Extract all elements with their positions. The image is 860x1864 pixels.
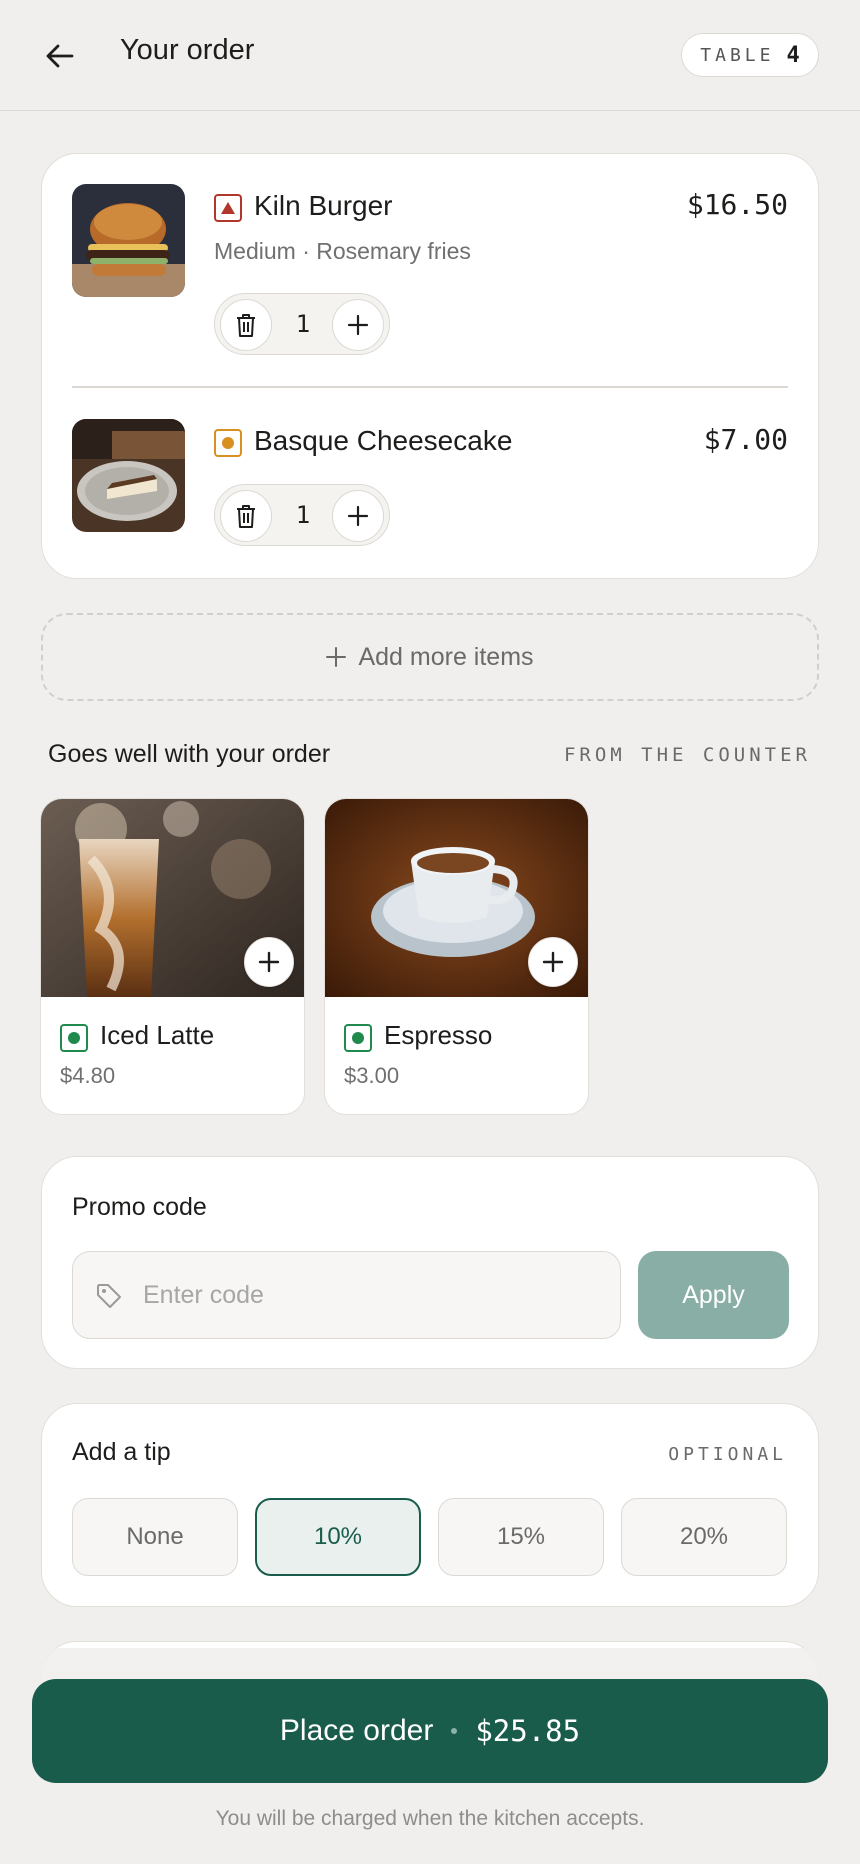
plus-icon	[347, 314, 369, 336]
suggestion-price: $4.80	[60, 1063, 116, 1088]
item-description: Medium · Rosemary fries	[214, 238, 471, 264]
table-label: TABLE	[700, 44, 775, 66]
quantity-value: 1	[295, 310, 311, 338]
remove-item-button[interactable]	[220, 490, 272, 542]
place-order-button[interactable]: Place order $25.85	[32, 1679, 828, 1783]
suggestion-price: $3.00	[344, 1063, 400, 1088]
promo-card: Promo code Apply	[41, 1156, 819, 1369]
plus-icon	[258, 951, 280, 973]
apply-button[interactable]: Apply	[638, 1251, 789, 1339]
tip-title: Add a tip	[72, 1438, 171, 1466]
table-number: 4	[786, 42, 800, 68]
promo-code-input[interactable]	[143, 1252, 603, 1338]
add-suggestion-button[interactable]	[244, 937, 294, 987]
separator-dot	[451, 1728, 458, 1734]
tip-option-20[interactable]: 20%	[621, 1498, 787, 1576]
header: Your order TABLE 4	[0, 0, 860, 111]
tip-option-15[interactable]: 15%	[438, 1498, 604, 1576]
quantity-value: 1	[295, 501, 311, 529]
trash-icon	[237, 505, 255, 528]
suggestion-name: Espresso	[384, 1020, 493, 1050]
charge-note: You will be charged when the kitchen acc…	[215, 1807, 645, 1830]
order-card: Kiln Burger Medium · Rosemary fries $16.…	[41, 153, 819, 579]
egg-indicator-icon	[214, 429, 242, 457]
burger-image	[72, 184, 185, 297]
veg-indicator-icon	[344, 1024, 372, 1052]
increment-button[interactable]	[332, 299, 384, 351]
plus-icon	[347, 505, 369, 527]
veg-indicator-icon	[60, 1024, 88, 1052]
quantity-stepper: 1	[214, 484, 390, 546]
page-title: Your order	[120, 34, 255, 66]
place-order-label: Place order	[279, 1714, 434, 1747]
suggestions-title: Goes well with your order	[48, 740, 331, 768]
add-more-items-button[interactable]: Add more items	[41, 613, 819, 701]
tip-option-none[interactable]: None	[72, 1498, 238, 1576]
suggestion-name: Iced Latte	[100, 1020, 215, 1050]
plus-icon	[542, 951, 564, 973]
tip-optional-tag: OPTIONAL	[668, 1444, 787, 1465]
suggestion-card[interactable]: Iced Latte $4.80	[40, 798, 305, 1115]
non-veg-indicator-icon	[214, 194, 242, 222]
item-name: Basque Cheesecake	[254, 425, 513, 456]
cheesecake-image	[72, 419, 185, 532]
back-button[interactable]	[40, 36, 80, 76]
table-badge: TABLE 4	[681, 33, 819, 77]
item-price: $16.50	[686, 188, 788, 221]
remove-item-button[interactable]	[220, 299, 272, 351]
tag-icon	[97, 1284, 121, 1308]
increment-button[interactable]	[332, 490, 384, 542]
promo-title: Promo code	[72, 1193, 207, 1221]
divider	[72, 386, 788, 388]
promo-field	[72, 1251, 621, 1339]
order-item: Kiln Burger Medium · Rosemary fries $16.…	[72, 184, 788, 355]
suggestions-tag: FROM THE COUNTER	[563, 744, 811, 766]
item-name: Kiln Burger	[254, 190, 393, 221]
tip-option-10[interactable]: 10%	[255, 1498, 421, 1576]
plus-icon	[326, 647, 347, 667]
suggestion-card[interactable]: Espresso $3.00	[324, 798, 589, 1115]
trash-icon	[237, 314, 255, 337]
add-suggestion-button[interactable]	[528, 937, 578, 987]
tip-card: Add a tip OPTIONAL None 10% 15% 20%	[41, 1403, 819, 1607]
item-price: $7.00	[703, 423, 788, 456]
order-item: Basque Cheesecake $7.00 1	[72, 419, 788, 546]
add-more-label: Add more items	[358, 642, 534, 671]
quantity-stepper: 1	[214, 293, 390, 355]
arrow-left-icon	[46, 44, 74, 68]
order-total: $25.85	[475, 1714, 581, 1748]
